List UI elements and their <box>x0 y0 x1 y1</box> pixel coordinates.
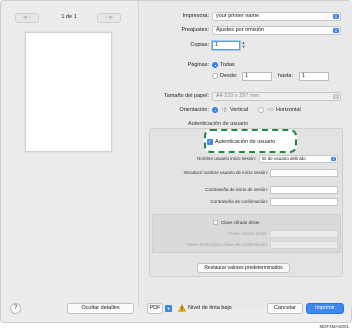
ink-level-status: Nivel de tinta bajo <box>188 305 232 311</box>
presets-label: Preajustes: <box>181 27 209 33</box>
pages-range-radio[interactable] <box>212 73 218 79</box>
confirm-password-input[interactable] <box>270 198 338 206</box>
paper-size-select[interactable]: A4 210 x 297 mm ⇕ <box>212 92 341 101</box>
page-count: 1 de 1 <box>61 14 77 20</box>
login-name-select[interactable]: ID de usuario definido ⇕ <box>259 155 338 163</box>
user-authentication-checkbox[interactable]: ✓ <box>207 139 213 145</box>
page-preview <box>25 32 112 152</box>
presets-select[interactable]: Ajustes por omisión ⇕ <box>212 26 341 35</box>
chevron-down-icon[interactable]: ▼ <box>165 305 172 312</box>
preview-panel: ≪ ‹ 1 de 1 › ≫ ? Ocultar detalles <box>1 1 138 314</box>
previous-page-button[interactable]: ≪ ‹ <box>15 13 39 23</box>
printer-label: Impresora: <box>182 13 209 19</box>
paper-size-label: Tamaño del papel: <box>164 93 209 99</box>
encryption-key-field-label: Clave cifrado driver: <box>227 231 268 236</box>
presets-value: Ajustes por omisión <box>216 27 264 33</box>
chevron-updown-icon: ⇕ <box>333 28 339 33</box>
copies-label: Copias: <box>190 42 209 48</box>
print-button[interactable]: Imprimir <box>306 303 344 314</box>
landscape-icon: ↑▭ <box>266 107 274 113</box>
orientation-portrait-label: Vertical <box>230 107 249 113</box>
user-authentication-label: Autenticación de usuario <box>215 139 276 145</box>
orientation-landscape-label: Horizontal <box>276 107 301 113</box>
paper-size-value: A4 210 x 297 mm <box>216 93 260 99</box>
confirm-password-label: Contraseña de confirmación: <box>210 199 268 204</box>
orientation-label: Orientación: <box>179 107 209 113</box>
encryption-confirm-input[interactable] <box>270 241 338 249</box>
help-button[interactable]: ? <box>10 303 21 314</box>
document-code: MDF4MAS001 <box>319 324 349 329</box>
encryption-confirm-label: Volver a introducir clave de confirmació… <box>185 242 268 247</box>
encryption-key-label: Clave cifrado driver <box>221 220 260 225</box>
section-select[interactable]: Autenticación de usuario <box>188 121 248 127</box>
chevron-updown-icon: ⇕ <box>333 94 339 99</box>
pdf-button[interactable]: PDF <box>147 303 163 314</box>
encryption-key-checkbox[interactable] <box>213 220 218 225</box>
printer-value: your printer name <box>216 13 260 19</box>
enter-login-name-label: Introducir nombre usuario de inicio sesi… <box>183 170 268 175</box>
pages-label: Páginas: <box>187 62 209 68</box>
login-password-input[interactable] <box>270 186 338 194</box>
pages-all-label: Todas <box>220 62 235 68</box>
pages-from-label: Desde: <box>220 73 238 79</box>
chevron-updown-icon: ⇕ <box>333 14 339 19</box>
pages-to-label: hasta: <box>278 73 293 79</box>
orientation-landscape-radio[interactable] <box>258 107 264 113</box>
portrait-icon: ↑▯ <box>221 107 227 113</box>
orientation-portrait-radio[interactable] <box>212 107 218 113</box>
login-name-value: ID de usuario definido <box>262 156 306 161</box>
copies-input[interactable]: 1 <box>212 41 240 50</box>
next-page-button[interactable]: › ≫ <box>97 13 121 23</box>
cancel-button[interactable]: Cancelar <box>267 303 303 314</box>
hide-details-button[interactable]: Ocultar detalles <box>67 303 134 314</box>
warning-icon <box>178 304 186 312</box>
copies-stepper[interactable]: ▲ ▼ <box>241 41 246 50</box>
login-password-label: Contraseña de inicio de sesión: <box>205 187 268 192</box>
pages-to-input[interactable]: 1 <box>299 72 329 81</box>
encryption-key-input[interactable] <box>270 230 338 238</box>
login-name-label: Nombre usuario inicio sesión: <box>196 156 256 161</box>
pages-from-input[interactable]: 1 <box>242 72 272 81</box>
printer-select[interactable]: your printer name ⇕ <box>212 12 341 21</box>
chevron-updown-icon: ⇕ <box>331 157 336 161</box>
login-name-input[interactable] <box>270 169 338 177</box>
pages-all-radio[interactable] <box>212 62 218 68</box>
restore-defaults-button[interactable]: Restaurar valores predeterminados <box>197 263 290 273</box>
print-dialog: ≪ ‹ 1 de 1 › ≫ ? Ocultar detalles Impres… <box>0 0 352 323</box>
